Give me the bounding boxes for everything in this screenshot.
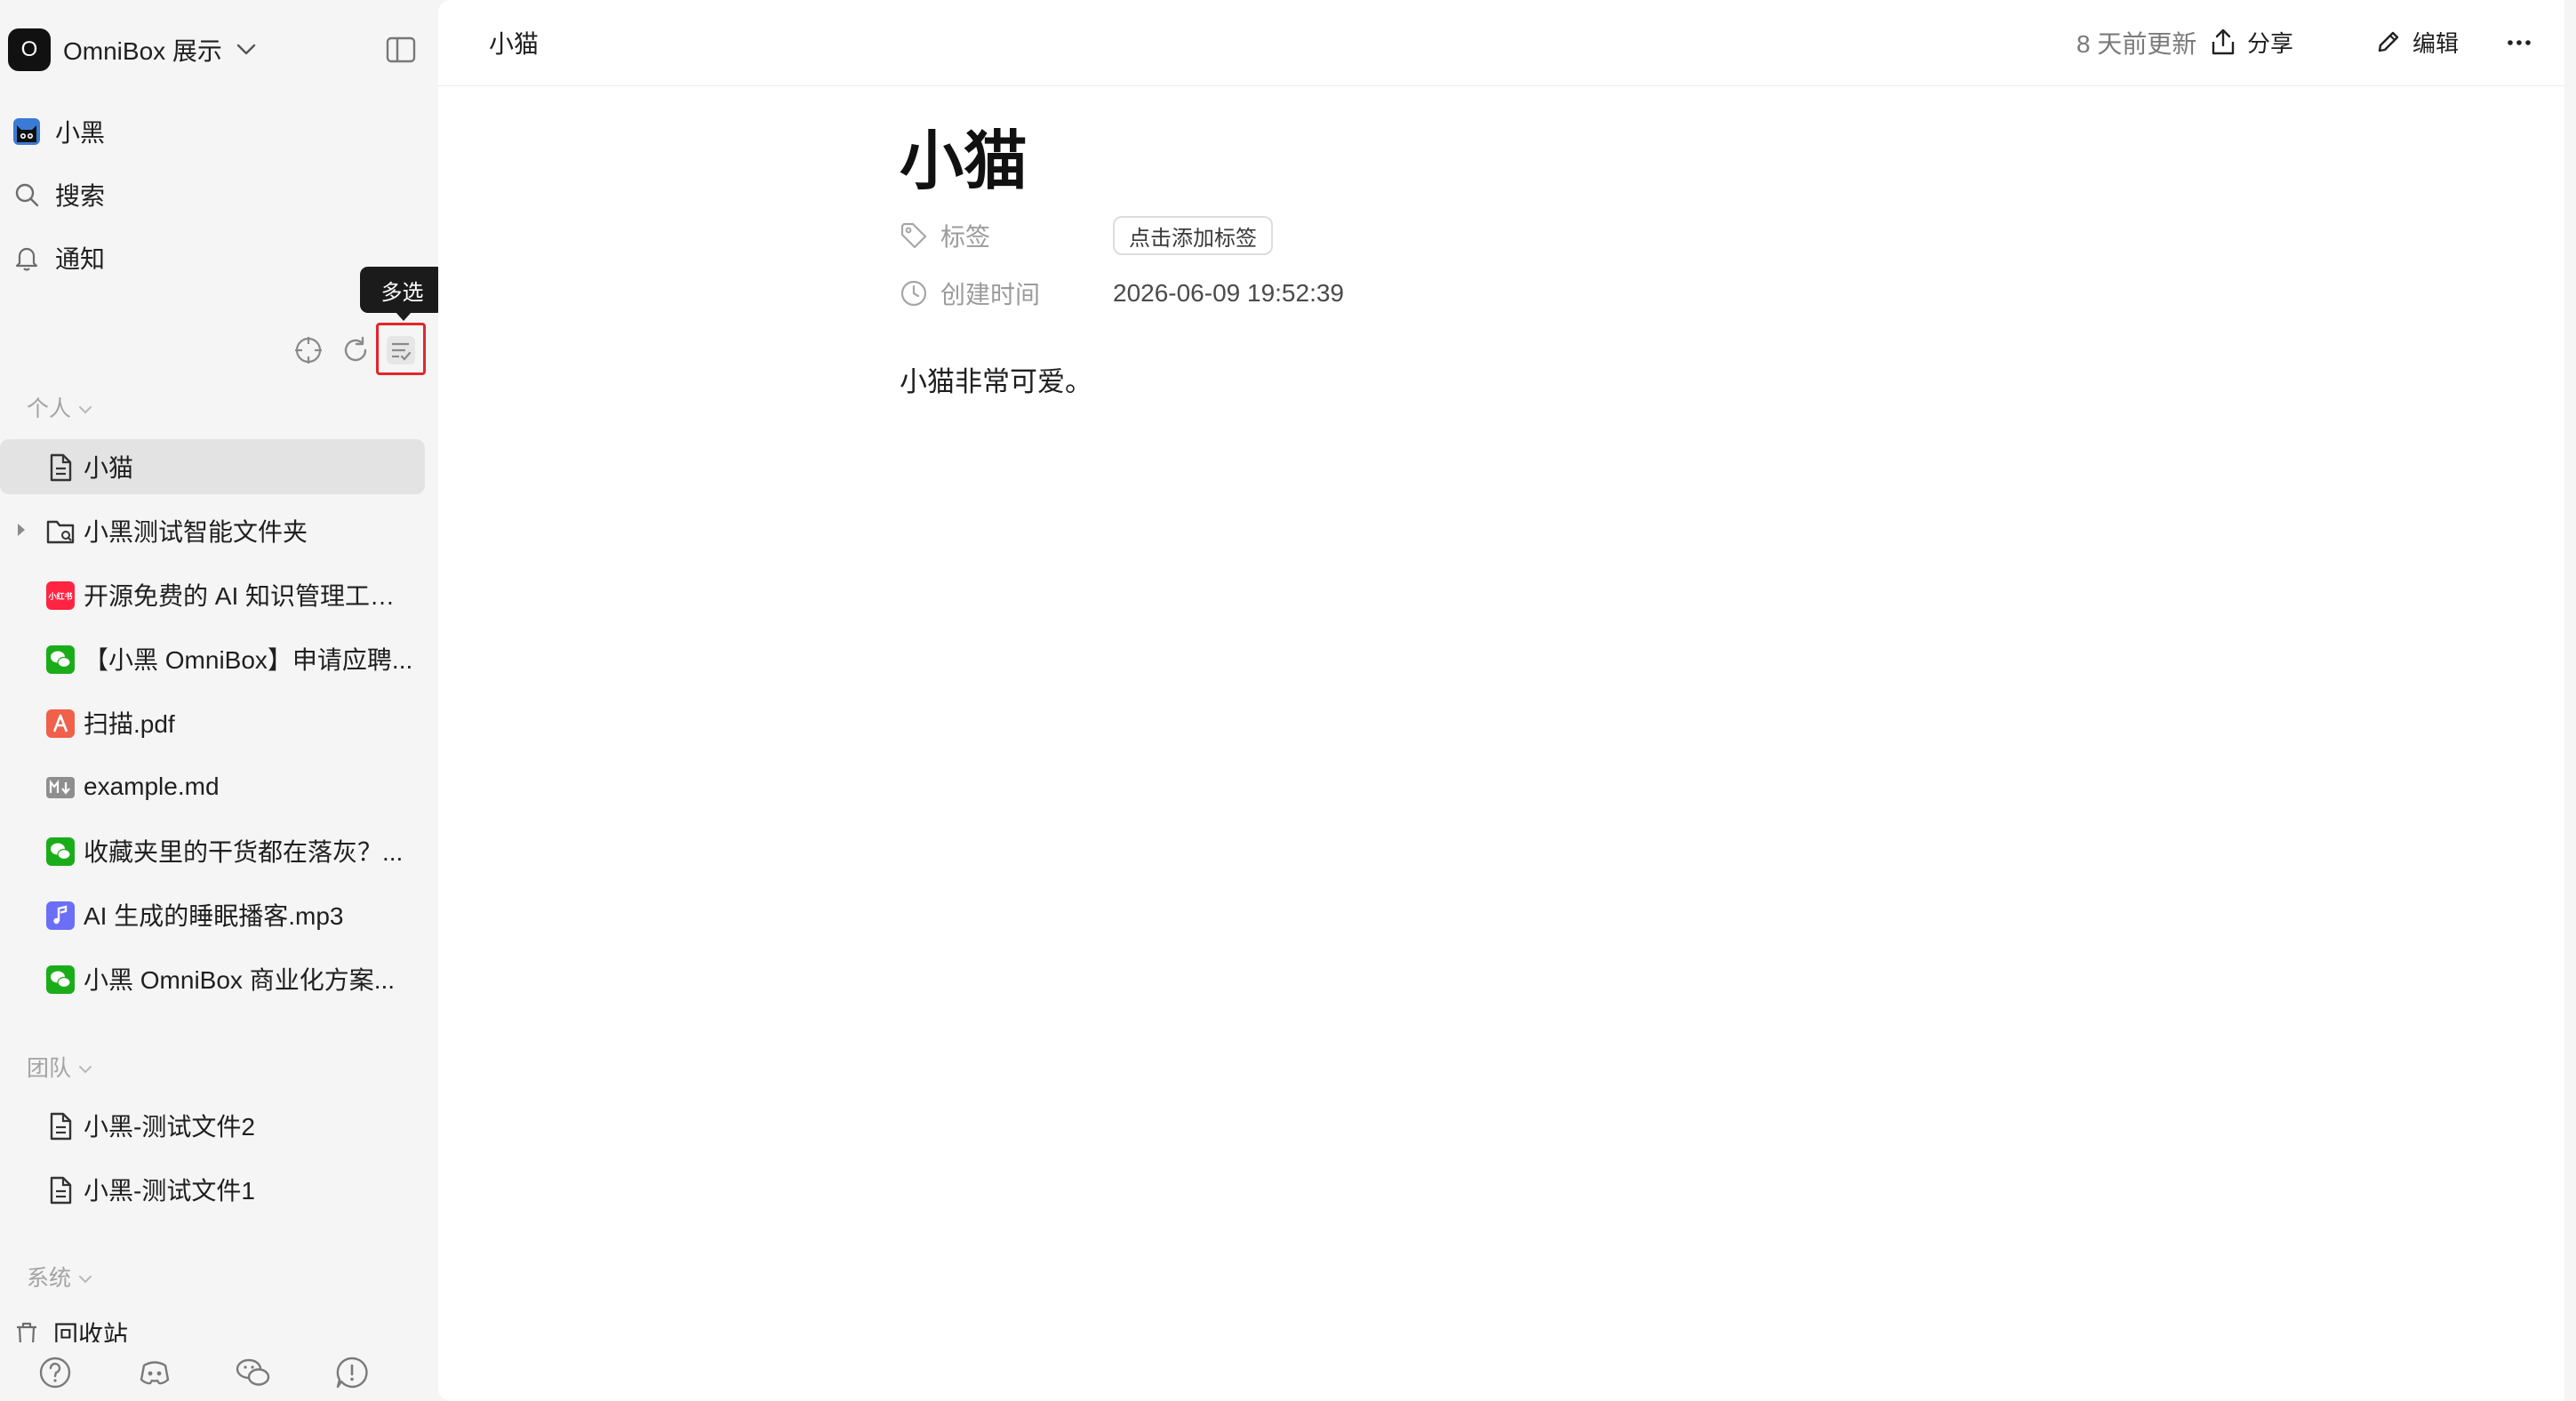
nav-user-profile[interactable]: 小黑 [12,108,105,155]
edit-label: 编辑 [2412,29,2460,57]
wechat-icon[interactable] [234,1353,273,1392]
tree-item-xiaohongshu-note[interactable]: 小红书 开源免费的 AI 知识管理工具，支持... [0,567,425,622]
refresh-icon[interactable] [338,332,373,368]
tree-item-xiaomao[interactable]: 小猫 [0,439,425,494]
tree-item-audio[interactable]: AI 生成的睡眠播客.mp3 [0,887,425,942]
wechat-icon [46,837,75,866]
document-body[interactable]: 小猫非常可爱。 [900,359,1092,399]
sidebar: O OmniBox 展示 小黑 搜索 通知 多选 个人 小猫 小黑测试智能文件夹… [0,0,444,1401]
doc-icon [46,1112,75,1141]
section-team[interactable]: 团队 [27,1051,92,1083]
tree-item-pdf[interactable]: 扫描.pdf [0,695,425,750]
tree-item-label: 回收站 [53,1321,129,1342]
add-tag-button[interactable]: 点击添加标签 [1113,216,1273,255]
tree-item-trash[interactable]: 回收站 [0,1306,425,1342]
share-button[interactable]: 分享 [2210,21,2293,62]
tags-row: 标签 点击添加标签 [900,216,1273,255]
doc-icon [46,1176,75,1205]
tree-item-label: 小黑-测试文件1 [84,1177,255,1205]
topbar: 小猫 8 天前更新 分享 编辑 [438,0,2564,86]
chevron-down-icon [78,1054,92,1080]
tree-item-label: 开源免费的 AI 知识管理工具，支持... [84,582,416,610]
tooltip-multiselect: 多选 [360,267,444,321]
doc-icon [46,453,75,482]
section-team-label: 团队 [27,1056,72,1081]
feedback-icon[interactable] [332,1353,372,1392]
discord-icon[interactable] [135,1353,174,1392]
tree-item-label: 小黑 OmniBox 商业化方案... [84,966,396,994]
chevron-down-icon [78,395,92,420]
section-system-label: 系统 [27,1266,72,1291]
svg-text:小红书: 小红书 [47,591,72,602]
wechat-icon [46,645,75,674]
tree-item-wechat-article-3[interactable]: 小黑 OmniBox 商业化方案... [0,951,425,1006]
bell-icon [12,244,41,272]
tree-item-label: 收藏夹里的干货都在落灰？... [84,838,404,866]
tree-item-label: 【小黑 OmniBox】申请应聘... [84,646,413,674]
created-key: 创建时间 [940,281,1041,308]
smart-folder-icon [46,517,75,546]
nav-search-label: 搜索 [55,182,106,210]
tree-item-label: 扫描.pdf [84,710,175,738]
created-value: 2026-06-09 19:52:39 [1113,279,1344,307]
nav-notifications[interactable]: 通知 [12,235,105,281]
chevron-down-icon [78,1264,92,1290]
tree-item-team-file-1[interactable]: 小黑-测试文件1 [0,1162,425,1217]
main-content: 小猫 8 天前更新 分享 编辑 小猫 标签 点击添加标签 创建时间 2026-0… [438,0,2564,1401]
more-icon[interactable] [2506,25,2532,65]
markdown-icon [46,773,75,802]
tree-item-label: example.md [84,773,220,800]
nav-user-label: 小黑 [55,119,106,147]
xiaohongshu-icon: 小红书 [46,581,75,610]
created-row: 创建时间 2026-06-09 19:52:39 [900,274,1344,313]
section-system[interactable]: 系统 [27,1261,92,1293]
tags-key: 标签 [940,223,991,251]
search-icon [12,180,41,209]
wechat-icon [46,965,75,994]
sidebar-footer [0,1342,438,1401]
workspace-switcher[interactable]: O OmniBox 展示 [8,28,256,72]
pencil-icon [2375,28,2402,55]
section-personal-label: 个人 [27,396,72,421]
nav-notifications-label: 通知 [55,245,106,273]
section-personal[interactable]: 个人 [27,391,92,423]
multiselect-highlight [376,323,426,375]
tree-item-label: 小猫 [84,454,134,482]
trash-icon [12,1320,41,1342]
tree-item-smart-folder[interactable]: 小黑测试智能文件夹 [0,503,425,558]
breadcrumb[interactable]: 小猫 [489,25,539,60]
share-label: 分享 [2247,29,2294,57]
share-icon [2210,28,2236,56]
nav-search[interactable]: 搜索 [12,172,105,218]
tree-item-wechat-article-2[interactable]: 收藏夹里的干货都在落灰？... [0,823,425,878]
tree-item-label: AI 生成的睡眠播客.mp3 [84,902,344,930]
audio-icon [46,901,75,930]
crosshair-icon[interactable] [291,332,326,368]
clock-icon [900,279,928,308]
edit-button[interactable]: 编辑 [2375,21,2459,62]
tree-item-label: 小黑-测试文件2 [84,1113,255,1141]
chevron-right-icon[interactable] [16,523,27,541]
help-icon[interactable] [36,1353,75,1392]
workspace-name: OmniBox 展示 [63,37,222,65]
pdf-icon [46,709,75,738]
chevron-down-icon [236,44,256,56]
tag-icon [900,221,928,250]
updated-time: 8 天前更新 [2076,30,2197,58]
sidebar-toggle-icon[interactable] [384,34,420,66]
sidebar-scroll-clip: 回收站 [0,1302,438,1342]
tree-item-label: 小黑测试智能文件夹 [84,518,308,546]
workspace-logo: O [8,28,51,71]
cat-avatar-icon [12,117,41,146]
tree-item-team-file-2[interactable]: 小黑-测试文件2 [0,1098,425,1153]
tree-item-wechat-article-1[interactable]: 【小黑 OmniBox】申请应聘... [0,631,425,686]
document-title[interactable]: 小猫 [900,108,1028,202]
tree-item-markdown[interactable]: example.md [0,759,425,814]
